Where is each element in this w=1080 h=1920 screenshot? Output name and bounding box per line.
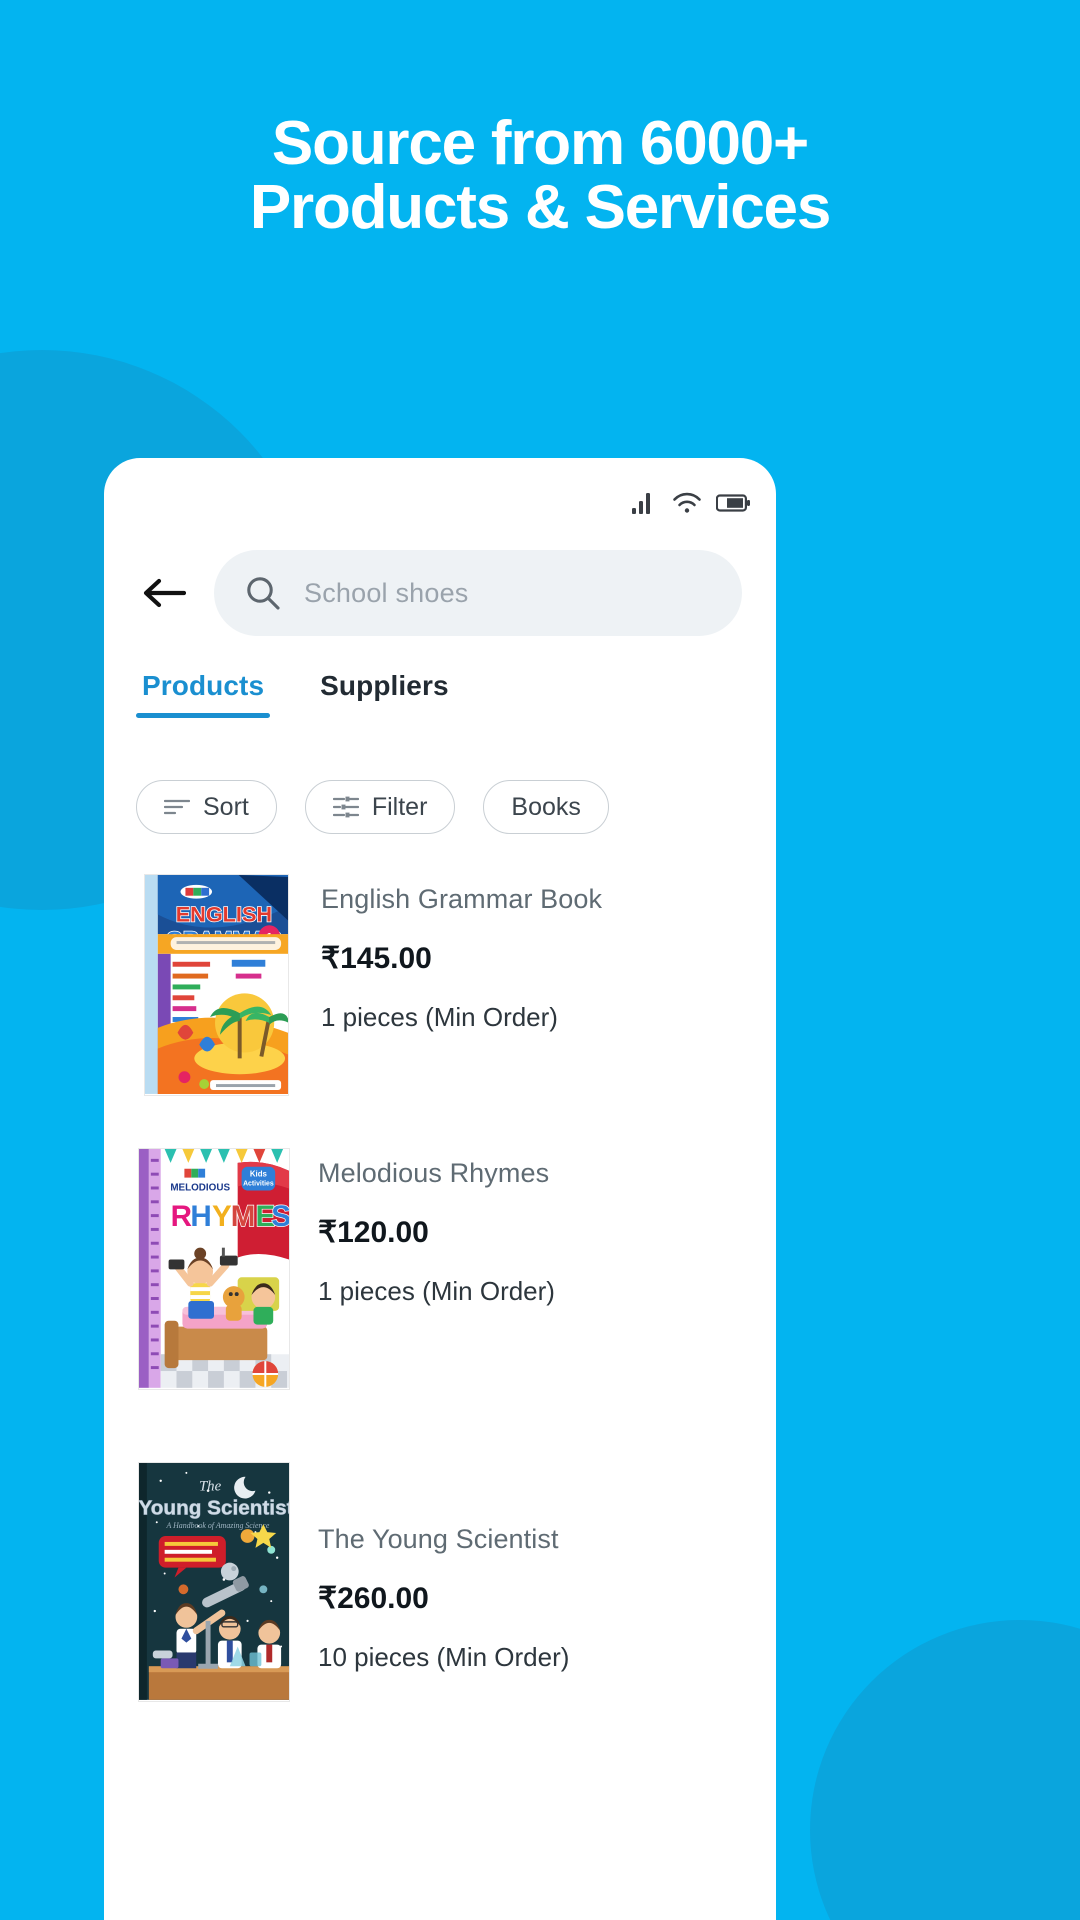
product-thumbnail: Kids Activities MELODIOUS R H Y M E S	[138, 1148, 290, 1390]
filter-chip[interactable]: Filter	[304, 780, 456, 834]
search-icon	[247, 577, 280, 610]
category-chip-books[interactable]: Books	[483, 780, 609, 834]
list-divider-space	[104, 1390, 776, 1446]
search-placeholder-text: School shoes	[304, 577, 469, 608]
phone-mockup: School shoes Products Suppliers Sort Fil…	[104, 458, 776, 1920]
melodious-rhymes-book-cover-icon: Kids Activities MELODIOUS R H Y M E S	[139, 1149, 289, 1388]
tab-bar: Products Suppliers	[104, 670, 776, 718]
sort-chip[interactable]: Sort	[136, 780, 277, 834]
product-list-item[interactable]: ENGLISH GRAMMAR 1	[104, 858, 776, 1096]
product-thumbnail: The Young Scientist A Handbook of Amazin…	[138, 1462, 290, 1702]
product-min-order: 10 pieces (Min Order)	[318, 1642, 570, 1672]
svg-text:MELODIOUS: MELODIOUS	[170, 1182, 230, 1193]
svg-text:Young Scientist: Young Scientist	[139, 1496, 289, 1519]
wifi-icon	[673, 492, 701, 513]
product-name: The Young Scientist	[318, 1524, 559, 1554]
product-thumbnail: ENGLISH GRAMMAR 1	[144, 874, 289, 1096]
svg-text:R: R	[171, 1200, 192, 1233]
app-search-bar-row: School shoes	[104, 550, 776, 636]
promo-headline-line-2: Products & Services	[249, 172, 831, 242]
product-name: Melodious Rhymes	[318, 1158, 550, 1188]
product-min-order: 1 pieces (Min Order)	[321, 1002, 558, 1032]
svg-text:H: H	[190, 1200, 211, 1233]
promo-screenshot: Source from 6000+ Products & Services Sc…	[0, 0, 1080, 1920]
tab-products[interactable]: Products	[136, 670, 271, 718]
svg-text:Y: Y	[212, 1200, 232, 1233]
back-button[interactable]	[138, 567, 190, 619]
sort-lines-icon	[164, 799, 190, 815]
list-divider-space	[104, 1096, 776, 1132]
product-price: ₹145.00	[321, 942, 432, 975]
filter-sliders-icon	[332, 796, 359, 818]
category-chip-label: Books	[511, 792, 581, 821]
status-bar	[632, 492, 750, 514]
product-info: The Young Scientist ₹260.00 10 pieces (M…	[318, 1462, 746, 1673]
filter-chip-row: Sort Filter Books	[104, 780, 776, 834]
english-grammar-book-cover-icon: ENGLISH GRAMMAR 1	[145, 875, 288, 1094]
product-list-item[interactable]: Kids Activities MELODIOUS R H Y M E S	[104, 1132, 776, 1390]
product-info: English Grammar Book ₹145.00 1 pieces (M…	[321, 874, 746, 1033]
svg-text:S: S	[271, 1200, 289, 1233]
promo-headline-line-1: Source from 6000+	[271, 109, 809, 178]
product-list-item[interactable]: The Young Scientist A Handbook of Amazin…	[104, 1446, 776, 1702]
product-price: ₹260.00	[318, 1582, 429, 1615]
svg-text:ENGLISH: ENGLISH	[176, 901, 272, 926]
the-young-scientist-book-cover-icon: The Young Scientist A Handbook of Amazin…	[139, 1463, 289, 1700]
back-arrow-icon	[143, 578, 186, 608]
product-list: ENGLISH GRAMMAR 1	[104, 858, 776, 1702]
product-name: English Grammar Book	[321, 884, 603, 914]
search-input[interactable]: School shoes	[214, 550, 742, 636]
decorative-circle-right	[810, 1620, 1080, 1920]
promo-headline: Source from 6000+ Products & Services	[0, 112, 1080, 240]
tab-suppliers[interactable]: Suppliers	[314, 670, 455, 718]
signal-bars-icon	[632, 493, 650, 514]
product-min-order: 1 pieces (Min Order)	[318, 1276, 555, 1306]
svg-text:M: M	[231, 1200, 256, 1233]
sort-chip-label: Sort	[203, 792, 249, 821]
svg-text:A Handbook of Amazing Science: A Handbook of Amazing Science	[165, 1521, 269, 1530]
filter-chip-label: Filter	[371, 792, 428, 821]
battery-icon	[716, 494, 750, 512]
product-price: ₹120.00	[318, 1216, 429, 1249]
product-info: Melodious Rhymes ₹120.00 1 pieces (Min O…	[318, 1148, 746, 1307]
svg-text:The: The	[199, 1479, 222, 1495]
